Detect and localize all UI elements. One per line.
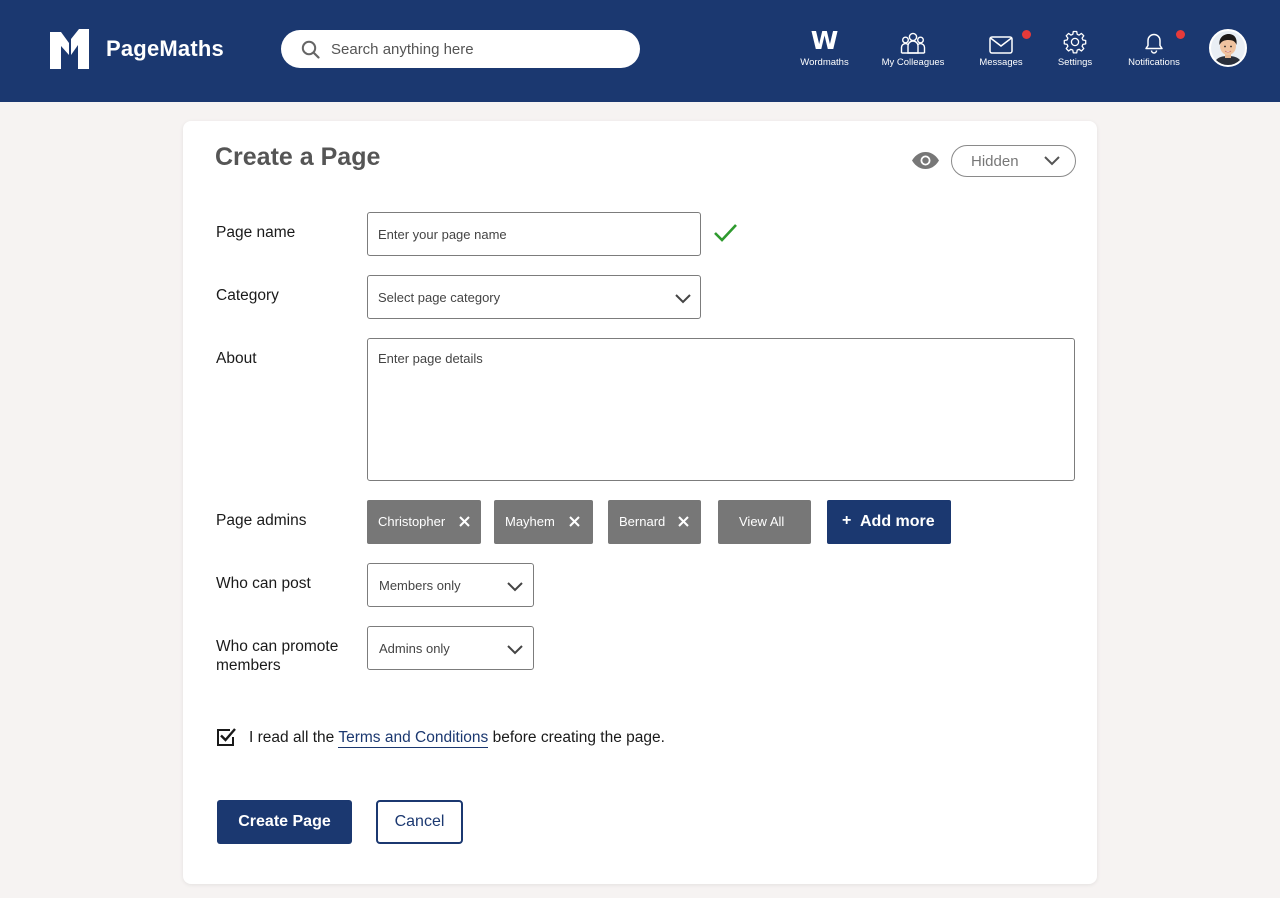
who-can-post-value: Members only xyxy=(379,578,461,593)
chevron-down-icon xyxy=(507,582,523,592)
who-can-promote-label-line1: Who can promote xyxy=(216,638,339,655)
close-icon[interactable] xyxy=(458,515,471,528)
terms-suffix: before creating the page. xyxy=(488,729,665,746)
cancel-button[interactable]: Cancel xyxy=(376,800,463,844)
page-name-input[interactable] xyxy=(367,212,701,256)
gear-icon xyxy=(1063,30,1087,54)
add-more-label: Add more xyxy=(860,513,935,530)
nav-settings-label: Settings xyxy=(1057,57,1093,68)
nav-colleagues[interactable]: My Colleagues xyxy=(878,26,948,68)
category-value: Select page category xyxy=(378,290,501,305)
view-all-admins-button[interactable]: View All xyxy=(718,500,811,544)
chevron-down-icon xyxy=(507,645,523,655)
nav-wordmaths[interactable]: W Wordmaths xyxy=(797,26,852,69)
nav-wordmaths-label: Wordmaths xyxy=(800,57,849,68)
visibility-select[interactable]: Hidden xyxy=(951,145,1076,177)
eye-icon xyxy=(912,152,939,169)
pagemaths-logo-icon[interactable] xyxy=(49,29,89,69)
who-can-post-label: Who can post xyxy=(216,575,311,592)
category-select[interactable]: Select page category xyxy=(367,275,701,319)
page-title: Create a Page xyxy=(215,143,381,171)
envelope-icon xyxy=(989,36,1013,54)
visibility-value: Hidden xyxy=(971,153,1019,170)
close-icon[interactable] xyxy=(568,515,581,528)
who-can-promote-label-line2: members xyxy=(216,657,281,674)
admin-chip-name: Bernard xyxy=(619,514,666,529)
messages-badge xyxy=(1022,30,1031,39)
terms-prefix: I read all the xyxy=(249,729,339,746)
nav-settings[interactable]: Settings xyxy=(1053,26,1097,68)
about-label: About xyxy=(216,350,257,367)
page-admins-label: Page admins xyxy=(216,512,307,529)
category-label: Category xyxy=(216,287,279,304)
checkmark-icon xyxy=(714,224,737,242)
admin-chip-name: Christopher xyxy=(378,514,446,529)
chevron-down-icon xyxy=(675,294,691,304)
search-icon xyxy=(301,40,320,59)
notifications-badge xyxy=(1176,30,1185,39)
who-can-promote-select[interactable]: Admins only xyxy=(367,626,534,670)
top-navbar: PageMaths W Wordmaths My Colleagues xyxy=(0,0,1280,102)
terms-text: I read all the Terms and Conditions befo… xyxy=(249,729,665,748)
admin-chip: Christopher xyxy=(367,500,481,544)
nav-colleagues-label: My Colleagues xyxy=(881,57,945,68)
chevron-down-icon xyxy=(1044,156,1060,166)
admin-chip-name: Mayhem xyxy=(505,514,555,529)
terms-link[interactable]: Terms and Conditions xyxy=(338,729,489,748)
view-all-label: View All xyxy=(739,514,785,529)
nav-messages-label: Messages xyxy=(979,57,1023,68)
wordmaths-icon: W xyxy=(810,26,839,55)
search-bar[interactable] xyxy=(281,30,640,68)
colleagues-icon xyxy=(900,32,926,54)
brand-name[interactable]: PageMaths xyxy=(106,36,224,62)
bell-icon xyxy=(1145,33,1163,54)
create-page-button[interactable]: Create Page xyxy=(217,800,352,844)
page-name-label: Page name xyxy=(216,224,296,241)
close-icon[interactable] xyxy=(677,515,690,528)
admin-chip: Mayhem xyxy=(494,500,593,544)
add-more-admins-button[interactable]: + Add more xyxy=(827,500,951,544)
user-avatar[interactable] xyxy=(1209,29,1247,67)
plus-icon: + xyxy=(842,512,852,529)
nav-notifications[interactable]: Notifications xyxy=(1124,26,1185,68)
admin-chip: Bernard xyxy=(608,500,701,544)
about-textarea[interactable] xyxy=(367,338,1075,481)
nav-messages[interactable]: Messages xyxy=(975,26,1031,68)
search-input[interactable] xyxy=(331,30,621,68)
who-can-promote-value: Admins only xyxy=(379,641,450,656)
nav-notifications-label: Notifications xyxy=(1128,57,1180,68)
terms-checkbox[interactable] xyxy=(216,727,236,747)
who-can-post-select[interactable]: Members only xyxy=(367,563,534,607)
